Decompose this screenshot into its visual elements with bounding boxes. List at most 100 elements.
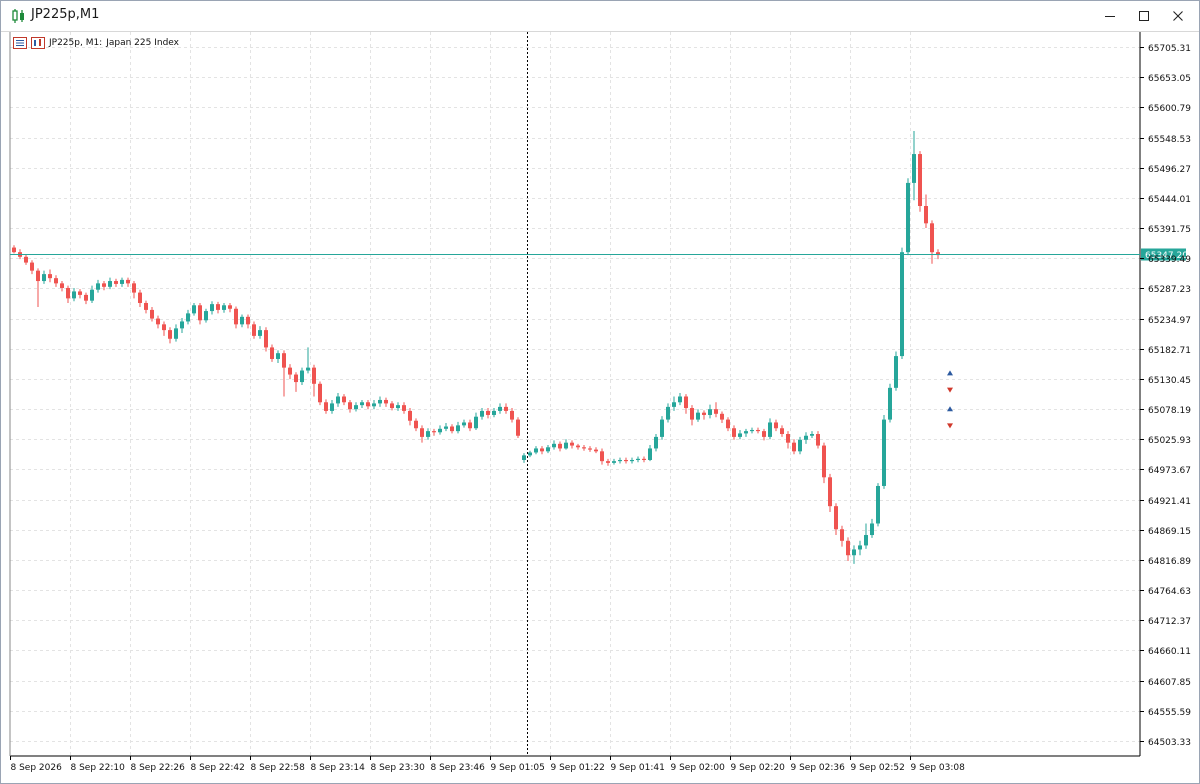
one-click-trading-icon[interactable] (31, 37, 45, 49)
candle (282, 350, 286, 397)
time-tick-label: 9 Sep 02:52 (851, 763, 905, 773)
candle-body (288, 367, 292, 375)
candle-body (486, 410, 490, 415)
candle-body (552, 443, 556, 448)
candle-body (750, 429, 754, 432)
candle-body (732, 428, 736, 437)
candle (810, 431, 814, 439)
time-tick-label: 9 Sep 01:22 (551, 763, 605, 773)
candle (606, 458, 610, 466)
price-tick-label: 65705.31 (1148, 44, 1191, 54)
candle (738, 429, 742, 440)
sell-marker[interactable] (947, 387, 953, 393)
price-axis[interactable]: 65705.31 65653.05 65600.79 65548.53 65496.27… (1140, 44, 1191, 748)
candle (732, 425, 736, 440)
candle (210, 301, 214, 315)
candle (456, 421, 460, 434)
candle-body (666, 406, 670, 420)
candle (72, 287, 76, 302)
time-axis[interactable]: 8 Sep 2026 8 Sep 22:10 8 Sep 22:26 8 Sep 22… (10, 756, 966, 773)
candle-body (744, 431, 748, 434)
maximize-button[interactable] (1127, 1, 1161, 31)
candle (756, 427, 760, 434)
time-tick-label: 9 Sep 02:36 (791, 763, 846, 773)
minimize-button[interactable] (1093, 1, 1127, 31)
candle (300, 367, 304, 385)
price-tick-label: 65025.93 (1148, 436, 1191, 446)
time-tick-label: 8 Sep 23:30 (371, 763, 426, 773)
candle-body (450, 426, 454, 432)
time-tick-label: 8 Sep 22:58 (251, 763, 306, 773)
candle (450, 424, 454, 434)
candle-body (570, 442, 574, 446)
candle-body (900, 252, 904, 357)
candle-body (270, 347, 274, 359)
candle-body (234, 308, 238, 325)
candle (618, 457, 622, 464)
candle (342, 394, 346, 406)
candle-body (534, 448, 538, 453)
chart-info-line: JP225p, M1: Japan 225 Index (13, 36, 179, 50)
price-tick-label: 64503.33 (1148, 738, 1191, 748)
candle (264, 327, 268, 352)
candle (306, 347, 310, 374)
candle (336, 393, 340, 407)
trading-panel-icon[interactable] (13, 37, 27, 49)
candle-body (426, 431, 430, 437)
candle-body (906, 182, 910, 253)
sell-marker[interactable] (947, 423, 953, 429)
candle-body (870, 523, 874, 536)
candle (612, 458, 616, 465)
candle (162, 321, 166, 336)
time-tick-label: 9 Sep 02:00 (671, 763, 726, 773)
candle (132, 281, 136, 299)
candle-body (396, 405, 400, 409)
chart-grid (10, 32, 1140, 756)
candle (498, 403, 502, 414)
candle-body (138, 292, 142, 303)
candle (708, 404, 712, 419)
candle (804, 432, 808, 444)
candle-body (240, 316, 244, 325)
price-tick-label: 65078.19 (1148, 406, 1191, 416)
candle (648, 444, 652, 462)
candle-body (786, 434, 790, 443)
time-tick-label: 8 Sep 2026 (11, 763, 63, 773)
candle (792, 439, 796, 455)
candle (840, 525, 844, 547)
candle-body (318, 383, 322, 403)
candle (270, 344, 274, 362)
candle-body (462, 422, 466, 426)
price-tick-label: 65496.27 (1148, 165, 1191, 175)
candle (324, 399, 328, 414)
buy-marker[interactable] (947, 370, 953, 376)
candle-body (348, 402, 352, 410)
candle (714, 402, 718, 418)
price-chart[interactable]: 65347.20 65705.31 65653.05 65600.79 65548.5… (1, 32, 1199, 783)
buy-marker[interactable] (947, 406, 953, 412)
candle-body (492, 410, 496, 415)
candle-body (438, 428, 442, 433)
candle (654, 434, 658, 452)
candle (420, 425, 424, 443)
candle (258, 326, 262, 339)
candle-body (726, 419, 730, 429)
candle-body (582, 447, 586, 449)
candle-body (150, 309, 154, 319)
candle-body (528, 452, 532, 456)
close-button[interactable] (1161, 1, 1195, 31)
chart-symbol-label: JP225p, M1: (49, 38, 103, 48)
candle-body (222, 305, 226, 310)
title-bar[interactable]: JP225p,M1 (1, 1, 1199, 32)
candle-body (792, 442, 796, 452)
time-tick-label: 8 Sep 23:14 (311, 763, 366, 773)
candle (504, 403, 508, 414)
candle-body (96, 283, 100, 290)
candle (822, 442, 826, 484)
candles (12, 130, 940, 564)
candle-body (372, 403, 376, 407)
candle-body (444, 426, 448, 429)
candle (930, 220, 934, 264)
candle (624, 457, 628, 464)
candle (438, 425, 442, 435)
